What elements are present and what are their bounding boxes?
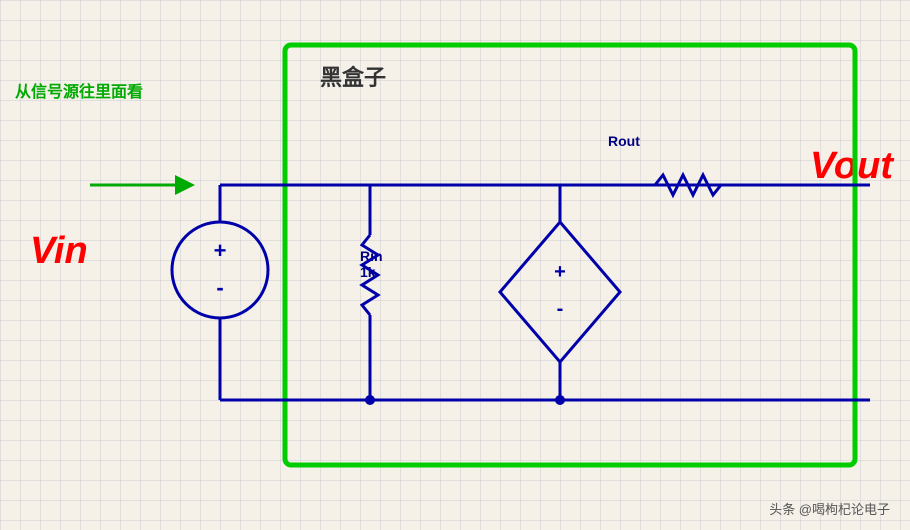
svg-text:-: - (557, 298, 564, 320)
junction-bottom-left (365, 395, 375, 405)
rout-resistor (655, 175, 740, 195)
voltage-source (172, 222, 268, 318)
junction-bottom-right (555, 395, 565, 405)
arrow-head (175, 175, 195, 195)
svg-text:+: + (554, 261, 566, 283)
svg-text:-: - (216, 275, 223, 300)
rin-resistor (362, 235, 378, 315)
dependent-source (500, 222, 620, 362)
circuit-diagram: + - + - (0, 0, 910, 530)
svg-text:+: + (214, 238, 227, 263)
